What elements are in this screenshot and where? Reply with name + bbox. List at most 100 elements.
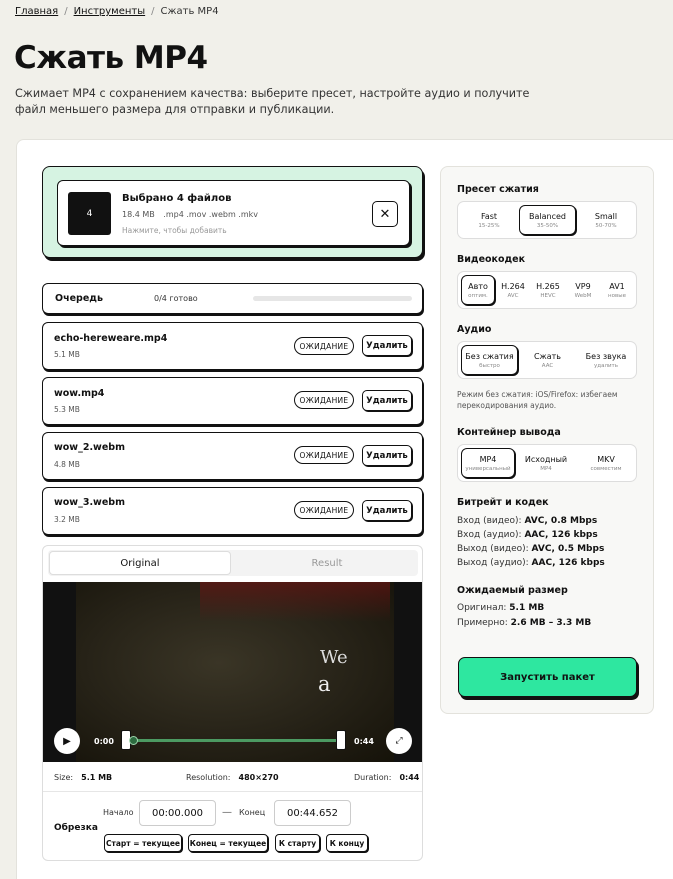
bitrate-label: Битрейт и кодек (457, 497, 549, 508)
breadcrumb: Главная / Инструменты / Сжать MP4 (15, 6, 219, 17)
audio-option-no-compress[interactable]: Без сжатия быстро (461, 345, 518, 375)
breadcrumb-home-link[interactable]: Главная (15, 6, 58, 17)
codec-option-av1[interactable]: AV1 новые (600, 272, 634, 308)
container-option-source[interactable]: Исходный MP4 (517, 445, 575, 481)
file-name: wow.mp4 (54, 388, 105, 399)
trim-start-input[interactable]: 00:00.000 (139, 800, 216, 826)
breadcrumb-separator: / (64, 6, 68, 17)
codec-option-sub: AVC (507, 292, 519, 299)
container-option-label: MKV (597, 454, 615, 464)
video-size-label: Size: (54, 773, 74, 782)
container-label: Контейнер вывода (457, 427, 561, 438)
remove-file-button[interactable]: Удалить (362, 390, 412, 411)
bitrate-row: Вход (видео): AVC, 0.8 Mbps (457, 516, 597, 526)
file-name: echo-hereweare.mp4 (54, 333, 168, 344)
page-title: Сжать MP4 (14, 40, 208, 76)
divider (43, 791, 422, 792)
codec-option-sub: HEVC (540, 292, 556, 299)
bitrate-row: Вход (аудио): AAC, 126 kbps (457, 530, 598, 540)
trim-end-handle[interactable] (336, 730, 346, 750)
preset-option-small[interactable]: Small 50-70% (577, 202, 635, 238)
codec-option-label: AV1 (609, 281, 625, 291)
video-frame-text: a (318, 672, 331, 696)
run-batch-button[interactable]: Запустить пакет (458, 657, 637, 697)
video-resolution-label: Resolution: (186, 773, 231, 782)
video-size-info: Size: 5.1 MB (54, 773, 112, 782)
audio-option-mute[interactable]: Без звука удалить (577, 342, 635, 378)
container-option-sub: MP4 (540, 465, 552, 472)
bitrate-row: Выход (видео): AVC, 0.5 Mbps (457, 544, 604, 554)
playhead-knob[interactable] (129, 736, 138, 745)
add-files-hint: Нажмите, чтобы добавить (122, 226, 227, 235)
estimate-value: 2.6 MB – 3.3 MB (510, 618, 592, 628)
video-duration-value: 0:44 (399, 773, 420, 782)
video-size-value: 5.1 MB (81, 773, 113, 782)
video-frame-tint (200, 582, 390, 622)
bitrate-value: AVC, 0.5 Mbps (531, 544, 605, 554)
play-icon: ▶ (63, 735, 71, 747)
tab-original[interactable]: Original (49, 551, 231, 575)
go-to-start-button[interactable]: К старту (275, 834, 320, 852)
audio-option-compress[interactable]: Сжать AAC (519, 342, 576, 378)
file-name: wow_2.webm (54, 442, 125, 453)
container-option-mp4[interactable]: MP4 универсальный (461, 448, 515, 478)
remove-file-button[interactable]: Удалить (362, 335, 412, 356)
queue-label: Очередь (55, 293, 103, 304)
bitrate-key: Вход (видео): (457, 516, 522, 526)
fullscreen-button[interactable]: ⤢ (386, 728, 412, 754)
codec-option-auto[interactable]: Авто оптим. (461, 275, 495, 305)
audio-option-sub: быстро (479, 362, 500, 369)
audio-label: Аудио (457, 324, 492, 335)
codec-selector: Авто оптим. H.264 AVC H.265 HEVC VP9 Web… (457, 271, 637, 309)
clear-files-button[interactable]: ✕ (372, 201, 398, 227)
container-option-label: MP4 (479, 454, 497, 464)
tab-result[interactable]: Result (242, 551, 412, 575)
video-duration-label: Duration: (354, 773, 392, 782)
go-to-end-button[interactable]: К концу (326, 834, 368, 852)
codec-option-h265[interactable]: H.265 HEVC (531, 272, 565, 308)
selected-files-meta: 18.4 MB .mp4 .mov .webm .mkv (122, 210, 264, 219)
audio-note: Режим без сжатия: iOS/Firefox: избегаем … (457, 390, 618, 410)
bitrate-key: Вход (аудио): (457, 530, 522, 540)
video-frame-text: We (320, 647, 348, 668)
preset-option-label: Balanced (529, 211, 566, 221)
trim-start-time: 0:00 (94, 737, 114, 746)
page-description: Сжимает MP4 с сохранением качества: выбе… (15, 87, 530, 116)
container-option-mkv[interactable]: MKV совместим (577, 445, 635, 481)
remove-file-button[interactable]: Удалить (362, 445, 412, 466)
status-badge: ОЖИДАНИЕ (294, 446, 354, 464)
settings-panel (440, 166, 654, 714)
set-start-current-button[interactable]: Старт = текущее (104, 834, 182, 852)
trim-end-label: Конец (239, 808, 266, 817)
remove-file-button[interactable]: Удалить (362, 500, 412, 521)
codec-label: Видеокодек (457, 254, 526, 265)
preset-option-sub: 50-70% (595, 222, 617, 229)
fullscreen-icon: ⤢ (395, 736, 403, 746)
codec-option-vp9[interactable]: VP9 WebM (566, 272, 600, 308)
video-resolution-info: Resolution: 480×270 (186, 773, 279, 782)
breadcrumb-separator: / (151, 6, 155, 17)
estimate-row: Примерно: 2.6 MB – 3.3 MB (457, 618, 591, 628)
audio-option-label: Сжать (533, 351, 562, 361)
codec-option-label: H.264 (501, 281, 525, 291)
breadcrumb-tools-link[interactable]: Инструменты (74, 6, 146, 17)
estimate-value: 5.1 MB (509, 603, 545, 613)
selected-files-title: Выбрано 4 файлов (122, 193, 232, 204)
codec-option-sub: WebM (574, 292, 592, 299)
play-button[interactable]: ▶ (54, 728, 80, 754)
file-size: 5.1 MB (54, 350, 80, 359)
preset-option-label: Fast (480, 211, 498, 221)
trim-label: Обрезка (54, 823, 98, 833)
preset-label: Пресет сжатия (457, 184, 539, 195)
bitrate-key: Выход (видео): (457, 544, 529, 554)
preset-option-balanced[interactable]: Balanced 35-50% (519, 205, 576, 235)
audio-option-sub: удалить (594, 362, 618, 369)
trim-end-input[interactable]: 00:44.652 (274, 800, 351, 826)
set-end-current-button[interactable]: Конец = текущее (188, 834, 268, 852)
codec-option-h264[interactable]: H.264 AVC (496, 272, 530, 308)
trim-range-track[interactable] (124, 739, 344, 742)
container-option-sub: универсальный (465, 465, 511, 472)
preset-option-label: Small (594, 211, 618, 221)
preset-option-fast[interactable]: Fast 15-25% (460, 202, 518, 238)
bitrate-value: AVC, 0.8 Mbps (524, 516, 598, 526)
